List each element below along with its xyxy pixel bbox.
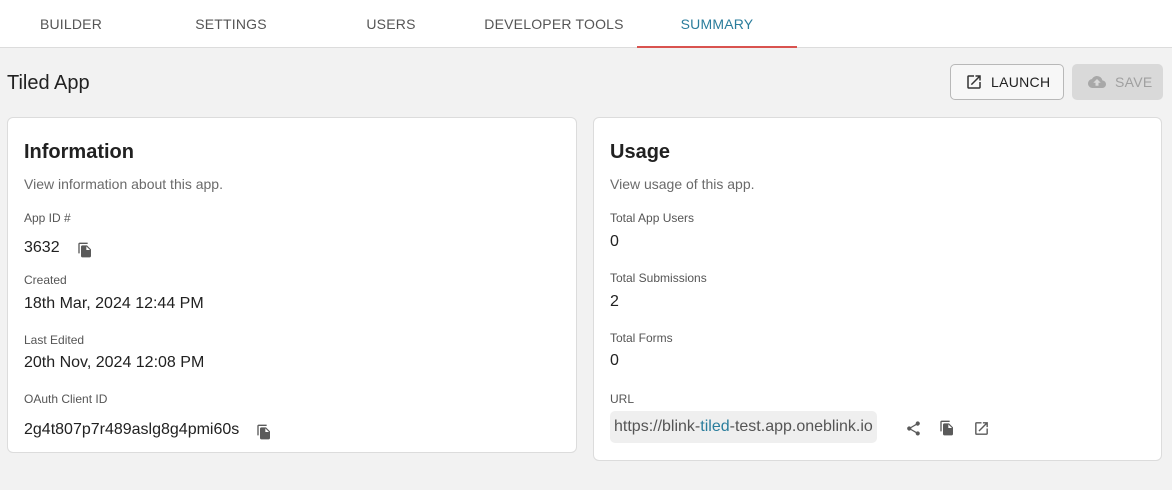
tab-summary[interactable]: SUMMARY xyxy=(637,0,797,48)
information-title: Information xyxy=(24,141,134,163)
tab-bar: BUILDER SETTINGS USERS DEVELOPER TOOLS S… xyxy=(0,0,1172,48)
save-button-label: SAVE xyxy=(1115,74,1153,90)
url-actions xyxy=(902,417,992,439)
tab-settings[interactable]: SETTINGS xyxy=(150,0,312,47)
information-card: Information View information about this … xyxy=(7,117,577,453)
copy-icon[interactable] xyxy=(936,417,958,439)
page-title: Tiled App xyxy=(7,72,90,94)
total-submissions-label: Total Submissions xyxy=(610,271,707,285)
total-app-users-label: Total App Users xyxy=(610,211,695,225)
open-in-new-icon xyxy=(965,71,983,93)
url-suffix: -test.app.oneblink.io xyxy=(729,418,873,435)
total-forms-label: Total Forms xyxy=(610,331,673,345)
oauth-client-id-label: OAuth Client ID xyxy=(24,392,108,406)
url-chip: https://blink-tiled -test.app.oneblink.io xyxy=(610,411,877,443)
url-highlight: tiled xyxy=(700,418,730,435)
app-id-value: 3632 xyxy=(24,239,60,256)
launch-button-label: LAUNCH xyxy=(991,74,1051,90)
last-edited-value: 20th Nov, 2024 12:08 PM xyxy=(24,354,205,371)
created-value: 18th Mar, 2024 12:44 PM xyxy=(24,295,204,312)
usage-card: Usage View usage of this app. Total App … xyxy=(593,117,1162,461)
usage-subtitle: View usage of this app. xyxy=(610,176,755,192)
tab-developer-tools[interactable]: DEVELOPER TOOLS xyxy=(474,0,634,47)
app-id-label: App ID # xyxy=(24,211,71,225)
save-button[interactable]: SAVE xyxy=(1072,64,1163,100)
created-label: Created xyxy=(24,273,67,287)
oauth-client-id-value: 2g4t807p7r489aslg8g4pmi60s xyxy=(24,421,240,438)
launch-button[interactable]: LAUNCH xyxy=(950,64,1064,100)
copy-icon[interactable] xyxy=(253,421,275,443)
share-icon[interactable] xyxy=(902,417,924,439)
cloud-upload-icon xyxy=(1087,71,1107,93)
last-edited-label: Last Edited xyxy=(24,333,85,347)
total-forms-value: 0 xyxy=(610,352,619,369)
url-prefix: https://blink- xyxy=(614,418,701,435)
total-app-users-value: 0 xyxy=(610,233,619,250)
copy-icon[interactable] xyxy=(74,239,96,261)
app-id-row: 3632 xyxy=(24,235,96,261)
tab-builder[interactable]: BUILDER xyxy=(0,0,142,47)
tab-users[interactable]: USERS xyxy=(320,0,462,47)
usage-title: Usage xyxy=(610,141,671,163)
open-in-new-icon[interactable] xyxy=(970,417,992,439)
oauth-client-id-row: 2g4t807p7r489aslg8g4pmi60s xyxy=(24,417,275,443)
information-subtitle: View information about this app. xyxy=(24,176,223,192)
url-label: URL xyxy=(610,392,635,406)
total-submissions-value: 2 xyxy=(610,293,619,310)
